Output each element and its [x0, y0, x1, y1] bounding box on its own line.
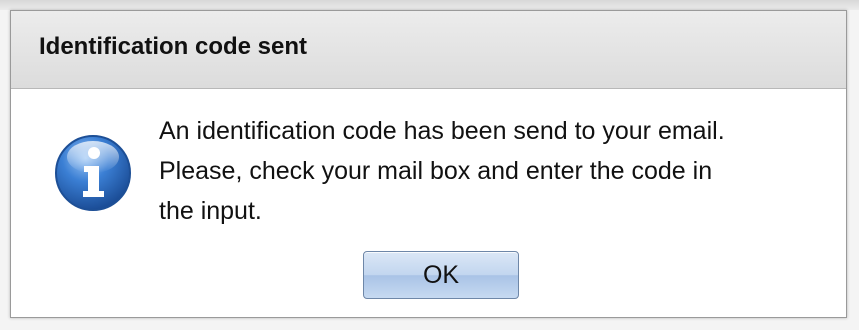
ok-button[interactable]: OK [363, 251, 519, 299]
message-line: Please, check your mail box and enter th… [159, 157, 713, 185]
info-icon [55, 135, 131, 211]
background-strip [0, 0, 859, 10]
message-line: the input. [159, 197, 262, 225]
message-dialog: Identification code sent An identificati… [10, 10, 847, 318]
dialog-title-bar[interactable]: Identification code sent [11, 11, 846, 89]
ok-button-label: OK [422, 260, 460, 289]
message-line: An identification code has been send to … [159, 117, 725, 145]
dialog-title: Identification code sent [39, 33, 308, 60]
dialog-message: An identification code has been send to … [159, 111, 829, 231]
